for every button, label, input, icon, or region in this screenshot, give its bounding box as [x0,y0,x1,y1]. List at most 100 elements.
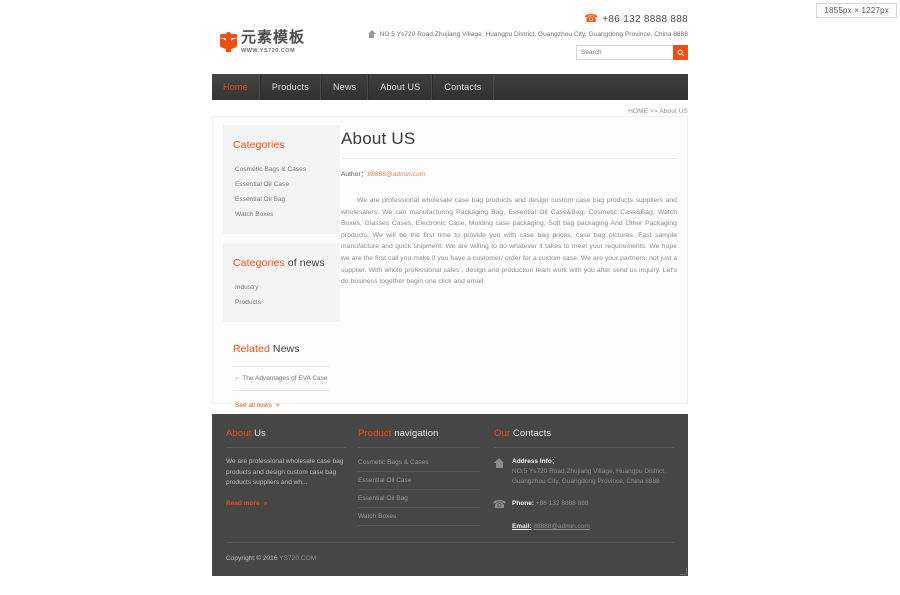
footer-about-text: We are professional wholesale case bag p… [226,458,344,486]
article-author-label: Author： [341,171,368,178]
copyright-prefix: Copyright © 2016 [226,555,280,562]
copyright: Copyright © 2016 YS720.COM [226,555,316,562]
header-contact-block: ☎ +86 132 8888 888 NO.5 Ys720 Road,Zhuji… [348,14,688,38]
search-button[interactable] [673,45,688,60]
footer-contacts-title-rest: Contacts [510,428,552,439]
footer-contacts-title-hl: Our [494,428,511,439]
footer-address-label: Address Info： [512,458,559,465]
footer-link-essential-oil-bag[interactable]: Essential Oil Bag [358,490,480,508]
sidebar-news-category-list: Industry Products [233,280,330,310]
sidebar-categories-title-text: Categories [233,139,285,151]
sidebar-news-categories-title-rest: of news [284,257,325,269]
sidebar-related-news-title-hl: Related [233,343,270,355]
footer-about-title-rest: Us [251,428,266,439]
site-footer: About Us We are professional wholesale c… [212,414,688,576]
article: About US Author：88888@admin.com We are p… [341,129,677,288]
related-news-item-label: The Advantages of EVA Case [242,375,328,382]
logo-url: WWW.YS720.COM [241,48,296,54]
sidebar-item-watch-boxes[interactable]: Watch Boxes [233,207,330,222]
sidebar-news-categories-title-hl: Categories [233,257,285,269]
article-author: Author：88888@admin.com [341,168,677,178]
chevron-right-icon: » [263,499,268,507]
main-navigation: Home Products News About US Contacts [212,74,688,100]
sidebar: Categories Cosmetic Bags & Cases Essenti… [223,125,340,433]
footer-column-product-navigation: Product navigation Cosmetic Bags & Cases… [358,428,480,544]
footer-address-value: NO.5 Ys720 Road,Zhujiang Village, Huangp… [512,468,667,485]
resize-grip[interactable] [680,568,687,575]
footer-columns: About Us We are professional wholesale c… [212,414,688,544]
sidebar-news-categories-title: Categories of news [233,257,330,269]
nav-item-contacts[interactable]: Contacts [432,74,494,100]
sidebar-category-list: Cosmetic Bags & Cases Essential Oil Case… [233,162,330,222]
nav-item-about-us[interactable]: About US [368,74,433,100]
footer-product-links: Cosmetic Bags & Cases Essential Oil Case… [358,457,480,526]
sidebar-block-news-categories: Categories of news Industry Products [223,243,340,322]
footer-link-watch-boxes[interactable]: Watch Boxes [358,508,480,526]
divider [494,447,674,448]
sidebar-categories-title: Categories [233,139,330,151]
page-title: About US [341,129,416,148]
phone-icon: ☎ [584,13,599,25]
footer-about-title: About Us [226,428,346,447]
footer-email-label: Email: [512,523,532,530]
nav-item-products[interactable]: Products [259,74,321,100]
sidebar-item-products[interactable]: Products [233,295,330,310]
footer-phone-row: ☎ Phone: +86 132 8888 888 [492,499,674,511]
search-icon [677,49,684,56]
email-icon-spacer [494,522,505,532]
nav-item-news[interactable]: News [320,74,369,100]
logo-chinese-name: 元素模板 [241,29,306,46]
footer-product-nav-title: Product navigation [358,428,480,447]
search-input[interactable] [576,45,673,60]
related-news-item[interactable]: » The Advantages of EVA Case [233,367,330,391]
footer-product-nav-title-hl: Product [358,428,392,439]
divider [226,447,346,448]
sidebar-related-news-title: Related News [233,343,330,355]
footer-contacts-title: Our Contacts [494,428,674,447]
sidebar-item-industry[interactable]: Industry [233,280,330,295]
footer-link-cosmetic-bags-cases[interactable]: Cosmetic Bags & Cases [358,457,480,472]
footer-product-nav-title-rest: navigation [391,428,439,439]
sidebar-item-essential-oil-case[interactable]: Essential Oil Case [233,177,330,192]
footer-phone-value: +86 132 8888 888 [535,500,589,507]
site-logo[interactable]: 元素模板 WWW.YS720.COM [220,30,305,55]
content-panel: Categories Cosmetic Bags & Cases Essenti… [212,116,688,409]
logo-mark-icon [220,31,237,54]
copyright-site: YS720.COM [279,555,317,562]
phone-icon: ☎ [492,499,507,511]
sidebar-item-cosmetic-bags-cases[interactable]: Cosmetic Bags & Cases [233,162,330,177]
footer-email-value[interactable]: 88888@admin.com [533,523,589,530]
article-author-email[interactable]: 88888@admin.com [367,171,425,178]
sidebar-item-essential-oil-bag[interactable]: Essential Oil Bag [233,192,330,207]
sidebar-related-news-title-rest: News [269,343,300,355]
footer-column-about: About Us We are professional wholesale c… [226,428,346,544]
header-phone-number: +86 132 8888 888 [602,14,688,25]
footer-about-title-hl: About [226,428,252,439]
read-more-label: Read more [226,499,260,507]
home-icon [494,457,505,487]
divider [226,542,674,543]
footer-address-row: Address Info： NO.5 Ys720 Road,Zhujiang V… [494,457,674,487]
footer-phone-label: Phone: [512,500,535,507]
breadcrumb[interactable]: HOME >> About US [212,108,688,115]
sidebar-block-categories: Categories Cosmetic Bags & Cases Essenti… [223,125,340,234]
website-page: 元素模板 WWW.YS720.COM ☎ +86 132 8888 888 NO… [0,0,900,595]
header-phone: ☎ +86 132 8888 888 [348,13,688,26]
header-address: NO.5 Ys720 Road,Zhujiang Village, Huangp… [348,30,688,38]
footer-link-essential-oil-case[interactable]: Essential Oil Case [358,472,480,490]
sidebar-block-related-news: Related News » The Advantages of EVA Cas… [223,331,340,424]
site-header: 元素模板 WWW.YS720.COM ☎ +86 132 8888 888 NO… [212,12,688,72]
article-body: We are professional wholesale case bag p… [341,197,677,286]
screenshot-viewport: 1855px × 1227px 元素模板 WWW.YS720.COM ☎ +86… [0,0,900,595]
home-icon [367,30,376,38]
divider [341,158,677,159]
divider [358,447,480,448]
read-more-link[interactable]: Read more » [226,500,267,507]
header-address-text: NO.5 Ys720 Road,Zhujiang Village, Huangp… [379,30,688,38]
search-box[interactable] [576,45,688,60]
see-all-news-link[interactable]: See all news » [233,402,280,409]
chevron-right-icon: » [275,402,280,409]
footer-column-contacts: Our Contacts Address Info： NO.5 Ys720 Ro… [492,428,674,544]
nav-item-home[interactable]: Home [212,74,260,100]
chevron-right-icon: » [235,375,239,382]
